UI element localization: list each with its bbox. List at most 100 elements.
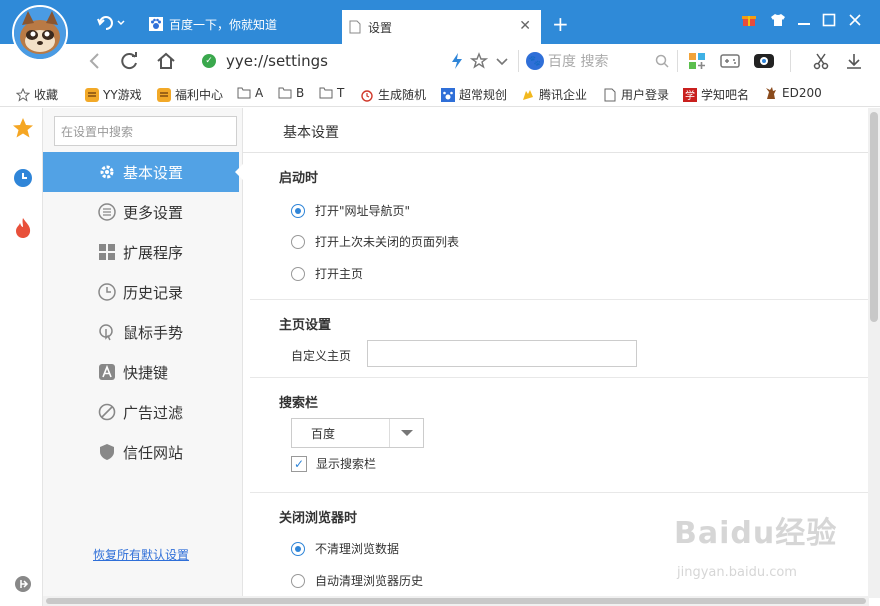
page-icon xyxy=(603,88,617,102)
nav-history[interactable]: 历史记录 xyxy=(43,272,243,312)
back-icon[interactable] xyxy=(88,52,102,74)
search-box[interactable]: 🐾 百度 搜索 xyxy=(526,52,676,70)
download-icon[interactable] xyxy=(845,52,863,74)
bookmark-item[interactable]: 学 学知吧名 xyxy=(683,86,749,103)
radio-button[interactable] xyxy=(291,203,305,218)
hot-fire-icon[interactable] xyxy=(14,217,32,242)
radio-button[interactable] xyxy=(291,573,305,588)
bookmark-label: T xyxy=(337,86,345,100)
bookmark-item[interactable]: 收藏 xyxy=(16,86,58,103)
radio-button[interactable] xyxy=(291,266,305,281)
radio-button[interactable] xyxy=(291,234,305,249)
secure-shield-icon[interactable]: ✓ xyxy=(202,54,216,68)
nav-shortcuts[interactable]: 快捷键 xyxy=(43,352,243,392)
reload-icon[interactable] xyxy=(120,52,140,74)
bookmark-item[interactable]: T xyxy=(319,86,344,100)
scissors-icon[interactable] xyxy=(812,52,830,74)
on-close-option-clear[interactable]: 自动清理浏览器历史 xyxy=(291,572,423,589)
show-searchbar-option[interactable]: ✓ 显示搜索栏 xyxy=(291,455,376,472)
active-indicator xyxy=(235,164,243,180)
avatar[interactable] xyxy=(12,5,68,61)
homepage-section-title: 主页设置 xyxy=(279,318,332,333)
bookmark-item[interactable]: 福利中心 xyxy=(157,86,223,103)
paw-icon xyxy=(149,17,163,31)
homepage-label: 自定义主页 xyxy=(291,349,352,363)
close-tab-icon[interactable]: ✕ xyxy=(519,18,531,34)
screencast-icon[interactable] xyxy=(753,52,775,74)
startup-option-homepage[interactable]: 打开主页 xyxy=(291,265,363,282)
divider xyxy=(250,377,868,378)
bookmark-item[interactable]: A xyxy=(237,86,263,100)
bookmark-item[interactable]: YY游戏 xyxy=(85,86,142,103)
radio-button[interactable] xyxy=(291,541,305,556)
nav-label: 扩展程序 xyxy=(123,243,184,262)
address-bar[interactable]: yye://settings xyxy=(226,52,328,70)
search-icon[interactable] xyxy=(655,52,669,74)
lightning-icon[interactable] xyxy=(450,52,464,74)
bookmark-item[interactable]: 腾讯企业 xyxy=(521,86,587,103)
home-icon[interactable] xyxy=(156,52,176,74)
hand-icon xyxy=(521,88,535,102)
homepage-input[interactable] xyxy=(367,340,637,367)
clock-icon xyxy=(98,283,116,301)
bookmark-label: 超常规创 xyxy=(459,88,508,102)
history-back-icon[interactable] xyxy=(96,14,126,36)
nav-extensions[interactable]: 扩展程序 xyxy=(43,232,243,272)
select-value: 百度 xyxy=(311,426,336,441)
bookmark-item[interactable]: B xyxy=(278,86,304,100)
nav-more-settings[interactable]: 更多设置 xyxy=(43,192,243,232)
nav-ad-filter[interactable]: 广告过滤 xyxy=(43,392,243,432)
bookmark-label: ED200 xyxy=(782,86,822,100)
maximize-icon[interactable] xyxy=(822,13,836,31)
nav-mouse-gestures[interactable]: 鼠标手势 xyxy=(43,312,243,352)
tab-settings[interactable]: 设置 ✕ xyxy=(342,10,541,44)
bookmark-item[interactable]: 超常规创 xyxy=(441,86,507,103)
gift-icon[interactable] xyxy=(742,13,756,31)
checkbox[interactable]: ✓ xyxy=(291,455,307,472)
nav-trusted-sites[interactable]: 信任网站 xyxy=(43,432,243,472)
tab-baidu[interactable]: 百度一下，你就知道 xyxy=(143,10,340,38)
new-tab-icon[interactable]: + xyxy=(552,12,569,36)
favorite-star-icon[interactable] xyxy=(469,52,489,74)
startup-option-restore[interactable]: 打开上次未关闭的页面列表 xyxy=(291,233,459,250)
settings-search-input[interactable]: 在设置中搜索 xyxy=(54,116,237,146)
startup-option-navigation[interactable]: 打开"网址导航页" xyxy=(291,202,410,219)
gear-icon xyxy=(98,163,116,181)
option-label: 打开"网址导航页" xyxy=(315,204,411,218)
divider xyxy=(677,50,678,72)
restore-defaults-link[interactable]: 恢复所有默认设置 xyxy=(93,546,189,563)
page-title: 基本设置 xyxy=(283,125,339,141)
chevron-down-icon[interactable] xyxy=(389,419,423,447)
folder-icon xyxy=(278,86,292,100)
close-window-icon[interactable] xyxy=(848,13,862,31)
option-label: 自动清理浏览器历史 xyxy=(315,574,424,588)
nav-label: 快捷键 xyxy=(123,363,169,382)
nav-label: 基本设置 xyxy=(123,163,184,182)
startup-section-title: 启动时 xyxy=(279,171,319,186)
horizontal-scrollbar-thumb[interactable] xyxy=(46,598,866,604)
searchbar-section-title: 搜索栏 xyxy=(279,396,319,411)
gesture-icon xyxy=(98,323,116,341)
bookmark-label: B xyxy=(296,86,305,100)
bookmark-item[interactable]: 生成随机 xyxy=(360,86,426,103)
on-close-option-keep[interactable]: 不清理浏览数据 xyxy=(291,540,399,557)
apps-icon[interactable] xyxy=(688,52,706,74)
nav-basic-settings[interactable]: 基本设置 xyxy=(43,152,239,192)
history-clock-icon[interactable] xyxy=(13,168,33,191)
nav-label: 广告过滤 xyxy=(123,403,184,422)
favorites-star-icon[interactable] xyxy=(12,117,34,142)
paw-icon: 🐾 xyxy=(526,52,544,70)
option-label: 打开主页 xyxy=(315,267,364,281)
minimize-icon[interactable] xyxy=(797,13,811,31)
chevron-down-icon[interactable] xyxy=(495,52,509,74)
search-engine-select[interactable]: 百度 xyxy=(291,418,424,448)
search-placeholder: 百度 搜索 xyxy=(548,54,609,70)
gamepad-icon[interactable] xyxy=(720,52,740,74)
letter-a-icon xyxy=(98,363,116,381)
bookmark-item[interactable]: 用户登录 xyxy=(603,86,669,103)
skin-icon[interactable] xyxy=(770,13,786,31)
logout-icon[interactable] xyxy=(14,575,32,596)
bookmark-item[interactable]: ED200 xyxy=(764,86,822,100)
bookmark-label: YY游戏 xyxy=(103,88,142,102)
vertical-scrollbar-thumb[interactable] xyxy=(870,112,878,322)
